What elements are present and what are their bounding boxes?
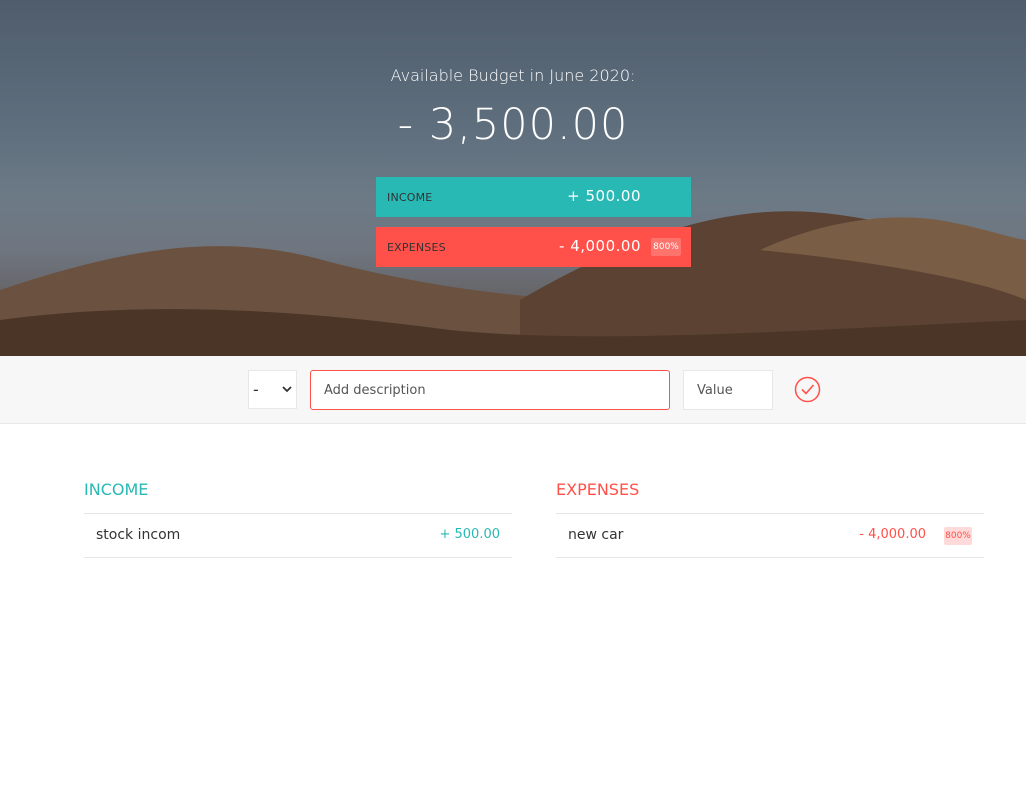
income-list-title: INCOME (84, 480, 149, 499)
add-item-button[interactable] (794, 376, 821, 403)
budget-value: - 3,500.00 (397, 100, 629, 150)
expense-item-description: new car (568, 527, 624, 543)
expenses-summary-percentage: 800% (651, 238, 681, 256)
expenses-list-title: EXPENSES (556, 480, 640, 499)
check-circle-icon (794, 376, 821, 403)
expenses-summary: EXPENSES - 4,000.00 800% (376, 227, 691, 267)
expenses-list: EXPENSES new car - 4,000.00 800% (556, 478, 984, 558)
income-list: INCOME stock incom + 500.00 (84, 478, 512, 558)
income-item-description: stock incom (96, 527, 181, 543)
chevron-down-icon (282, 371, 292, 424)
list-item: new car - 4,000.00 800% (556, 513, 984, 558)
expenses-summary-label: EXPENSES (387, 241, 446, 254)
budget-header: Available Budget in June 2020: - 3,500.0… (0, 0, 1026, 356)
income-summary-label: INCOME (387, 191, 433, 204)
income-item-value: + 500.00 (439, 527, 500, 542)
expense-item-percentage: 800% (944, 527, 972, 545)
add-entry-bar: - (0, 356, 1026, 424)
expense-item-value: - 4,000.00 (859, 527, 926, 542)
description-input[interactable] (310, 370, 670, 410)
expenses-summary-amount: - 4,000.00 (559, 237, 641, 255)
income-summary: INCOME + 500.00 (376, 177, 691, 217)
income-summary-amount: + 500.00 (567, 187, 641, 205)
type-select[interactable]: - (248, 370, 297, 409)
value-input[interactable] (683, 370, 773, 410)
budget-title: Available Budget in June 2020: (390, 66, 636, 85)
list-item: stock incom + 500.00 (84, 513, 512, 558)
type-select-value: - (253, 380, 259, 399)
